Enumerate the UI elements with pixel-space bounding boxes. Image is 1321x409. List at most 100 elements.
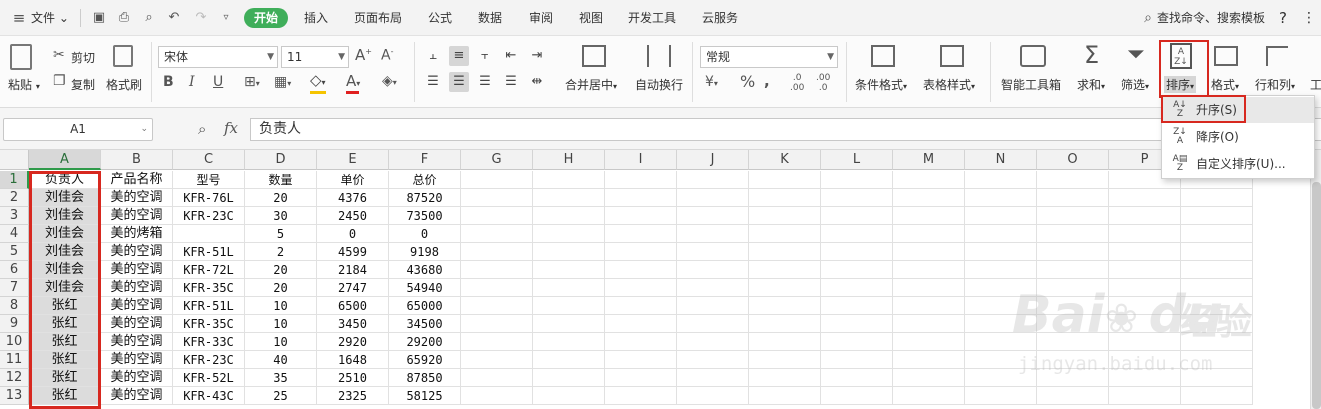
cell[interactable] — [1109, 261, 1181, 279]
cell[interactable] — [677, 171, 749, 189]
tab-cloud[interactable]: 云服务 — [702, 0, 738, 36]
cell[interactable] — [821, 243, 893, 261]
cell[interactable]: 10 — [245, 315, 317, 333]
row-header[interactable]: 1 — [0, 171, 29, 189]
cell[interactable]: 40 — [245, 351, 317, 369]
cell[interactable] — [1109, 333, 1181, 351]
select-all-corner[interactable] — [0, 150, 29, 170]
column-header-c[interactable]: C — [173, 150, 245, 170]
tab-insert[interactable]: 插入 — [304, 0, 328, 36]
cell[interactable] — [1109, 243, 1181, 261]
cell[interactable] — [965, 189, 1037, 207]
cell[interactable] — [605, 333, 677, 351]
row-header[interactable]: 10 — [0, 333, 29, 351]
cell[interactable] — [533, 279, 605, 297]
cell[interactable] — [893, 225, 965, 243]
cell[interactable]: 美的空调 — [101, 387, 173, 405]
cell[interactable]: 美的空调 — [101, 207, 173, 225]
cell[interactable] — [1037, 387, 1109, 405]
column-header-b[interactable]: B — [101, 150, 173, 170]
cell[interactable] — [461, 189, 533, 207]
cell[interactable]: 35 — [245, 369, 317, 387]
cell[interactable] — [821, 351, 893, 369]
cell[interactable]: 0 — [389, 225, 461, 243]
cell[interactable]: 9198 — [389, 243, 461, 261]
cell[interactable] — [605, 261, 677, 279]
cell[interactable] — [1037, 351, 1109, 369]
cell[interactable]: 73500 — [389, 207, 461, 225]
cell[interactable]: 20 — [245, 279, 317, 297]
cell[interactable] — [965, 225, 1037, 243]
cell[interactable] — [1037, 369, 1109, 387]
cell[interactable]: 美的空调 — [101, 261, 173, 279]
cell[interactable] — [749, 387, 821, 405]
cell[interactable] — [677, 243, 749, 261]
font-size-select[interactable]: 11 ▼ — [281, 46, 349, 68]
borders-icon[interactable]: ⊞▾ — [244, 75, 260, 89]
decrease-indent-icon[interactable]: ⇤ — [501, 46, 521, 66]
spreadsheet-grid[interactable]: ABCDEFGHIJKLMNOPQ 12345678910111213 负责人产… — [0, 150, 1310, 409]
fx-icon[interactable]: fx — [224, 121, 238, 136]
cell[interactable]: 43680 — [389, 261, 461, 279]
cell[interactable] — [1109, 315, 1181, 333]
column-header-e[interactable]: E — [317, 150, 389, 170]
cell[interactable]: 2450 — [317, 207, 389, 225]
cell[interactable] — [749, 333, 821, 351]
cell[interactable] — [461, 207, 533, 225]
custom-sort-item[interactable]: A▤ Z 自定义排序(U)... — [1162, 151, 1314, 177]
cell[interactable] — [1181, 333, 1253, 351]
tab-review[interactable]: 审阅 — [529, 0, 553, 36]
cell[interactable] — [1181, 369, 1253, 387]
cell[interactable] — [461, 225, 533, 243]
cell[interactable] — [893, 387, 965, 405]
cell[interactable]: 58125 — [389, 387, 461, 405]
cell[interactable] — [749, 243, 821, 261]
cell[interactable]: 产品名称 — [101, 171, 173, 189]
font-name-select[interactable]: 宋体 ▼ — [158, 46, 278, 68]
cell[interactable] — [821, 315, 893, 333]
rows-cols-button[interactable]: 行和列▾ — [1255, 76, 1295, 93]
cell[interactable] — [749, 315, 821, 333]
column-header-g[interactable]: G — [461, 150, 533, 170]
cell[interactable]: KFR-35C — [173, 315, 245, 333]
cell[interactable] — [965, 333, 1037, 351]
sort-descending-item[interactable]: Z↓ A 降序(O) — [1162, 124, 1314, 150]
row-header[interactable]: 13 — [0, 387, 29, 405]
cell[interactable]: 美的空调 — [101, 279, 173, 297]
cell[interactable]: 4599 — [317, 243, 389, 261]
decrease-decimal-icon[interactable]: .00.0 — [816, 73, 830, 93]
cell[interactable] — [893, 207, 965, 225]
cell[interactable]: 2510 — [317, 369, 389, 387]
cell[interactable] — [749, 189, 821, 207]
cell[interactable] — [605, 387, 677, 405]
cell[interactable] — [1109, 207, 1181, 225]
cell[interactable]: 2747 — [317, 279, 389, 297]
cell[interactable] — [1037, 279, 1109, 297]
cell[interactable]: 54940 — [389, 279, 461, 297]
cell[interactable] — [605, 369, 677, 387]
cell[interactable] — [1037, 207, 1109, 225]
cell[interactable]: 5 — [245, 225, 317, 243]
cell[interactable] — [677, 333, 749, 351]
cell[interactable]: KFR-51L — [173, 243, 245, 261]
cell[interactable] — [749, 351, 821, 369]
column-header-a[interactable]: A — [29, 150, 101, 170]
cell[interactable] — [605, 297, 677, 315]
cell[interactable] — [821, 171, 893, 189]
cell[interactable] — [1181, 207, 1253, 225]
cell[interactable]: 张红 — [29, 387, 101, 405]
column-header-l[interactable]: L — [821, 150, 893, 170]
cell[interactable] — [1037, 243, 1109, 261]
cell[interactable]: KFR-52L — [173, 369, 245, 387]
cell[interactable] — [821, 333, 893, 351]
cell[interactable] — [1181, 351, 1253, 369]
cell[interactable] — [461, 171, 533, 189]
row-header[interactable]: 3 — [0, 207, 29, 225]
column-header-n[interactable]: N — [965, 150, 1037, 170]
align-center-icon[interactable]: ☰ — [449, 72, 469, 92]
cell[interactable]: 2 — [245, 243, 317, 261]
cell[interactable] — [1037, 261, 1109, 279]
cell[interactable] — [533, 315, 605, 333]
cell[interactable] — [749, 261, 821, 279]
cell[interactable] — [749, 225, 821, 243]
